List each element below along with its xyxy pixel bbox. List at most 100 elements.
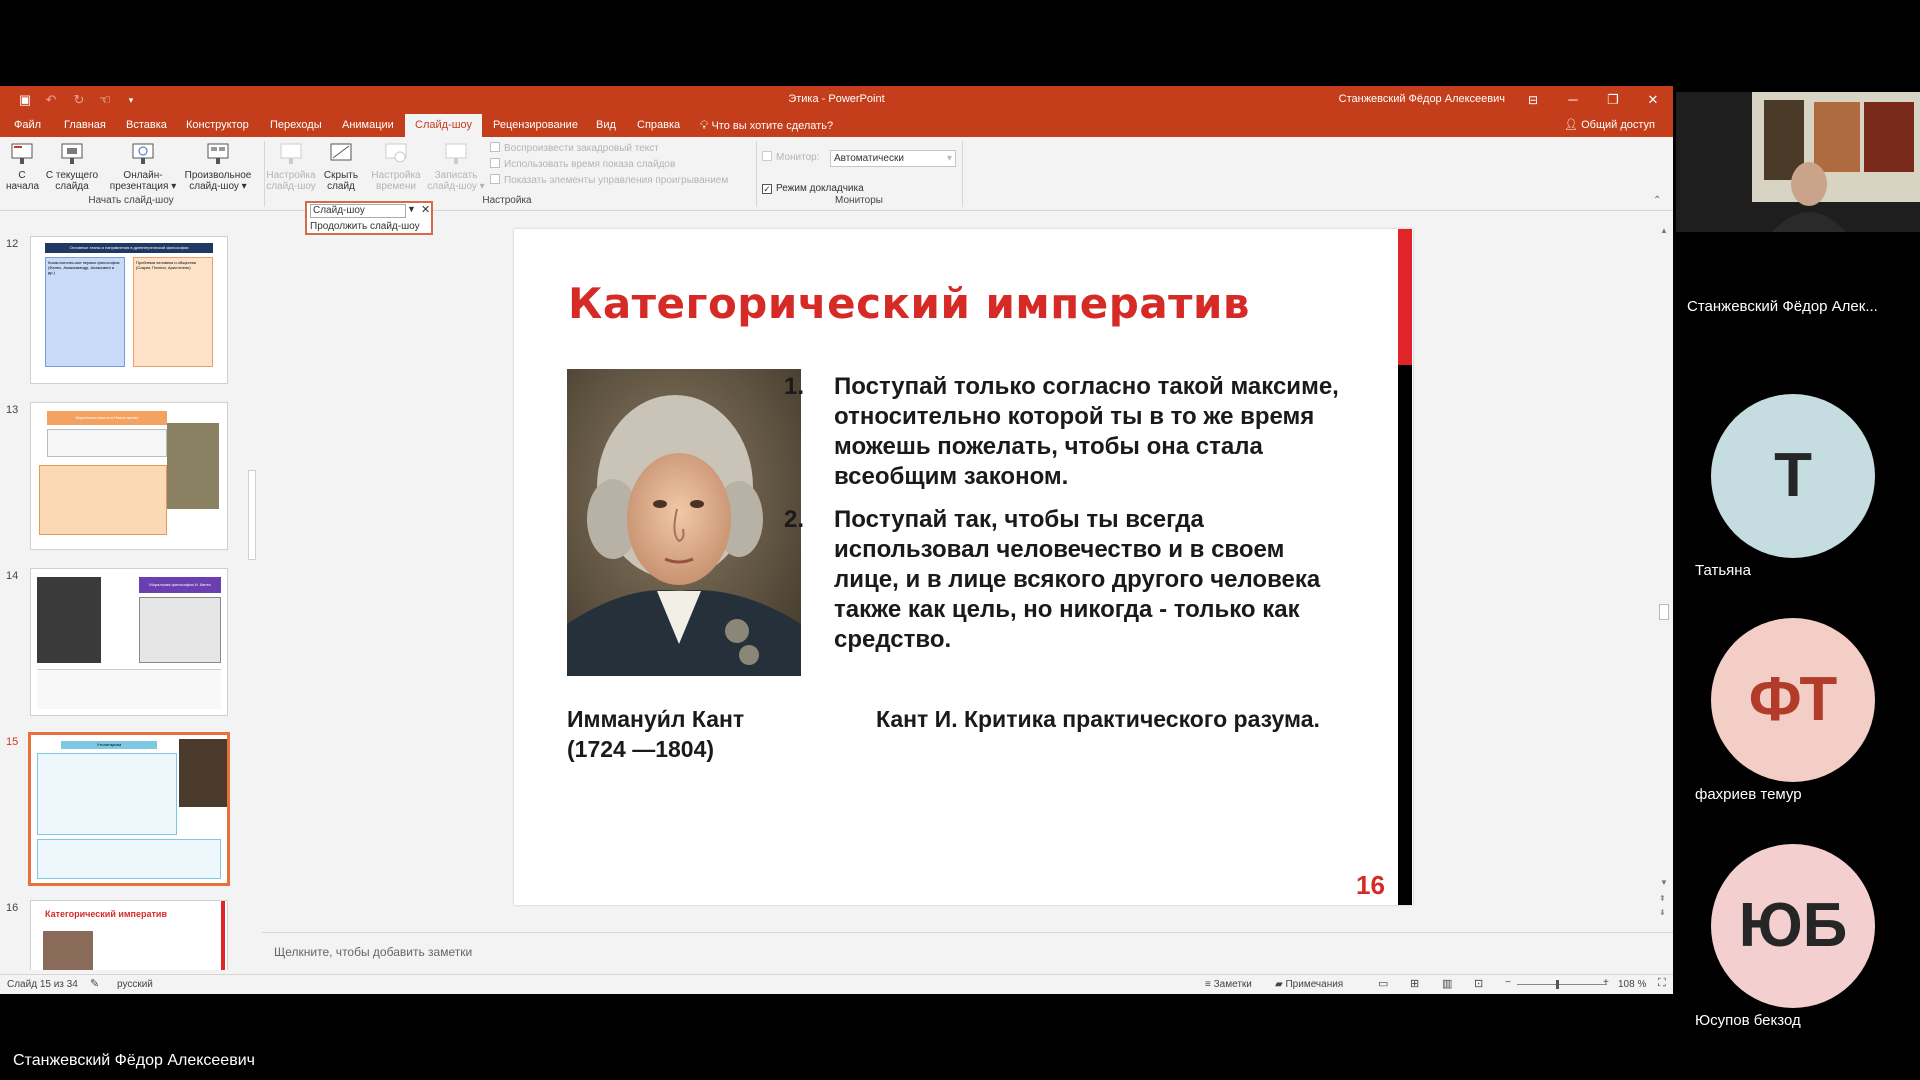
rehearse-timings-button[interactable]: Настройка времени: [366, 141, 426, 192]
zoom-in-icon[interactable]: +: [1603, 977, 1609, 988]
monitor-select[interactable]: Автоматически ▾: [830, 150, 956, 167]
scrollbar-thumb[interactable]: [248, 470, 256, 560]
present-online-icon: [132, 143, 154, 164]
slide-scrollbar[interactable]: ▲ ▼ ⇞ ⇟: [1658, 226, 1670, 926]
scroll-up-icon[interactable]: ▲: [1660, 226, 1668, 235]
thumb-portrait: [167, 423, 219, 509]
close-icon[interactable]: ✕: [421, 203, 430, 216]
tab-file[interactable]: Файл: [12, 114, 43, 137]
ribbon-display-options-icon[interactable]: ⊟: [1515, 90, 1551, 110]
record-icon: [445, 143, 467, 164]
ribbon: С начала С текущего слайда Онлайн- презе…: [0, 137, 1673, 211]
group-label-monitors: Мониторы: [835, 195, 883, 206]
dropdown-arrow-icon[interactable]: ▼: [407, 204, 416, 214]
slide-accent-black-bar: [1398, 365, 1412, 905]
setup-slide-show-button[interactable]: Настройка слайд-шоу: [264, 141, 318, 192]
fit-to-window-icon[interactable]: ⛶: [1658, 977, 1666, 990]
slide-counter: Слайд 15 из 34: [7, 979, 78, 990]
tab-transitions[interactable]: Переходы: [268, 114, 324, 137]
slide-title: Категорический императив: [568, 279, 1251, 328]
title-bar: ▣ ↶ ↻ ☜ ▾ Этика - PowerPoint Станжевский…: [0, 86, 1673, 114]
scroll-down-icon[interactable]: ▼: [1660, 878, 1668, 887]
previous-slide-icon[interactable]: ⇞: [1659, 894, 1666, 903]
normal-view-icon[interactable]: ▭: [1378, 977, 1388, 990]
comments-toggle-button[interactable]: ▰ Примечания: [1275, 979, 1343, 990]
play-narrations-checkbox[interactable]: Воспроизвести закадровый текст: [490, 141, 750, 157]
slideshow-current-icon: [61, 143, 83, 164]
record-slide-show-button[interactable]: Записать слайд-шоу ▾: [426, 141, 486, 192]
tell-me-label: Что вы хотите сделать?: [711, 120, 834, 132]
next-slide-icon[interactable]: ⇟: [1659, 908, 1666, 917]
scrollbar-thumb[interactable]: [1659, 604, 1669, 620]
tell-me-search[interactable]: 💡︎ Что вы хотите сделать?: [700, 114, 833, 137]
slide-thumbnail-15[interactable]: Утилитаризм: [28, 732, 230, 886]
thumb-col-right: Проблема человека и общества (Сократ, Пла…: [133, 257, 213, 367]
thumb-number: 16: [6, 902, 19, 914]
status-bar: Слайд 15 из 34 ✎ русский ≡ Заметки ▰ При…: [0, 974, 1673, 994]
minimize-button[interactable]: ─: [1555, 90, 1591, 110]
from-beginning-button[interactable]: С начала: [6, 141, 39, 192]
thumb-text-box: [37, 839, 221, 879]
present-online-button[interactable]: Онлайн- презентация ▾: [108, 141, 178, 192]
custom-slide-show-button[interactable]: Произвольное слайд-шоу ▾: [178, 141, 258, 192]
powerpoint-window: ▣ ↶ ↻ ☜ ▾ Этика - PowerPoint Станжевский…: [0, 86, 1673, 994]
hide-slide-button[interactable]: Скрыть слайд: [318, 141, 364, 192]
tab-insert[interactable]: Вставка: [124, 114, 169, 137]
slideshow-popup: Слайд-шоу ▼ ✕ Продолжить слайд-шоу: [305, 201, 433, 235]
slideshow-view-icon[interactable]: ⊡: [1474, 977, 1483, 990]
close-button[interactable]: ✕: [1635, 90, 1671, 110]
restore-button[interactable]: ❐: [1595, 90, 1631, 110]
thumb-title: Категорический императив: [45, 909, 167, 919]
rehearse-icon: [385, 143, 407, 163]
zoom-slider-thumb[interactable]: [1556, 980, 1559, 989]
spelling-check-icon[interactable]: ✎: [90, 977, 99, 990]
thumb-red-bar: [221, 901, 225, 970]
notes-placeholder: Щелкните, чтобы добавить заметки: [274, 945, 473, 959]
continue-slideshow-item[interactable]: Продолжить слайд-шоу: [310, 220, 420, 233]
thumbnails-scrollbar[interactable]: [247, 230, 257, 970]
tab-view[interactable]: Вид: [594, 114, 618, 137]
share-button[interactable]: 👤︎ Общий доступ: [1564, 114, 1655, 137]
tab-help[interactable]: Справка: [635, 114, 682, 137]
slide-thumbnail-14[interactable]: Моральная философия И. Канта: [30, 568, 228, 716]
current-slide[interactable]: Категорический императив 1. Поступай тол…: [514, 229, 1413, 905]
rule-text: Поступай так, чтобы ты всегда использова…: [834, 506, 1321, 653]
thumb-text-box: [47, 429, 167, 457]
show-media-controls-checkbox[interactable]: Показать элементы управления проигрывани…: [490, 173, 750, 189]
notes-toggle-button[interactable]: ≡ Заметки: [1205, 979, 1252, 990]
tab-home[interactable]: Главная: [62, 114, 108, 137]
active-speaker-label: Станжевский Фёдор Алексеевич: [13, 1052, 255, 1069]
from-current-slide-button[interactable]: С текущего слайда: [40, 141, 104, 192]
signed-in-user[interactable]: Станжевский Фёдор Алексеевич: [1339, 93, 1505, 105]
thumb-portrait: [179, 739, 227, 807]
custom-show-icon: [207, 143, 229, 164]
group-label-start: Начать слайд-шоу: [88, 195, 174, 206]
author-caption: Иммануи́л Кант (1724 —1804): [567, 704, 744, 764]
setup-checkboxes: Воспроизвести закадровый текст Использов…: [490, 141, 750, 189]
slide-sorter-icon[interactable]: ⊞: [1410, 977, 1419, 990]
ribbon-tabs: Файл Главная Вставка Конструктор Переход…: [0, 114, 1673, 137]
tab-animations[interactable]: Анимации: [340, 114, 396, 137]
tab-review[interactable]: Рецензирование: [491, 114, 580, 137]
thumb-header: Моральная философия И. Канта: [139, 577, 221, 593]
thumb-portrait: [43, 931, 93, 970]
notes-pane[interactable]: Щелкните, чтобы добавить заметки: [262, 932, 1673, 978]
reading-view-icon[interactable]: ▥: [1442, 977, 1452, 990]
zoom-slider[interactable]: [1517, 984, 1607, 985]
zoom-level[interactable]: 108 %: [1618, 979, 1646, 990]
thumb-col-left: Космологичес-кие первых философов (Фалес,…: [45, 257, 125, 367]
tab-design[interactable]: Конструктор: [184, 114, 251, 137]
zoom-out-icon[interactable]: −: [1505, 977, 1511, 988]
collapse-ribbon-icon[interactable]: ⌃: [1653, 195, 1661, 206]
author-name: Иммануи́л Кант: [567, 706, 745, 732]
slide-thumbnail-13[interactable]: Моральная мысль в Новое время: [30, 402, 228, 550]
slide-thumbnail-12[interactable]: Основные этапы и направления в древнегре…: [30, 236, 228, 384]
kant-portrait: [567, 369, 801, 676]
use-timings-checkbox[interactable]: Использовать время показа слайдов: [490, 157, 750, 173]
language-indicator[interactable]: русский: [117, 979, 153, 990]
slide-thumbnail-16[interactable]: Категорический императив: [30, 900, 228, 970]
comment-icon: ▰: [1275, 979, 1283, 990]
rule-number: 1.: [784, 373, 805, 400]
rule-text: Поступай только согласно такой максиме, …: [834, 373, 1339, 490]
tab-slide-show[interactable]: Слайд-шоу: [405, 114, 483, 137]
